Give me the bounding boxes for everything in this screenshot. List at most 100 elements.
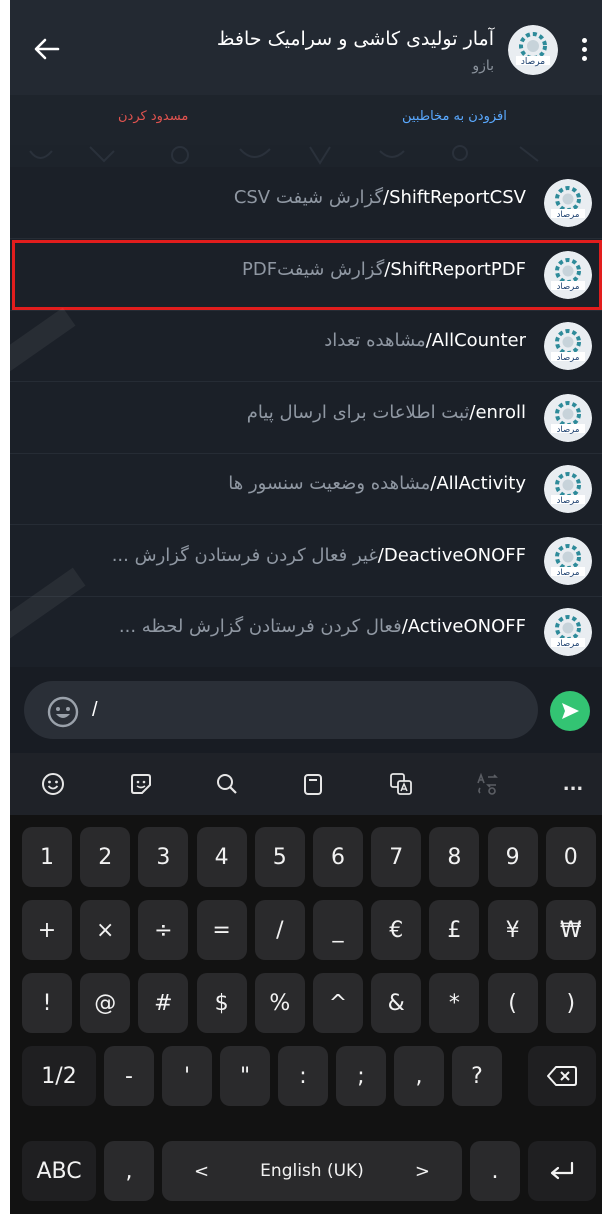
- key[interactable]: (: [487, 973, 538, 1033]
- key-label: _: [332, 917, 344, 943]
- key[interactable]: ,: [394, 1046, 444, 1106]
- comma-key[interactable]: ,: [104, 1141, 154, 1201]
- key[interactable]: 6: [313, 827, 363, 887]
- sticker-icon[interactable]: [124, 769, 158, 799]
- key[interactable]: ): [545, 973, 596, 1033]
- key[interactable]: &: [371, 973, 422, 1033]
- key[interactable]: ': [162, 1046, 212, 1106]
- key[interactable]: ?: [452, 1046, 502, 1106]
- key[interactable]: _: [313, 900, 363, 960]
- key-label: ,: [415, 1063, 423, 1089]
- bot-avatar[interactable]: مرصاد: [508, 25, 558, 75]
- key[interactable]: #: [138, 973, 189, 1033]
- language-right-icon: >: [414, 1160, 430, 1182]
- command-description: گزارش شیفت CSV: [233, 187, 384, 208]
- key-label: /: [276, 917, 284, 943]
- key[interactable]: £: [429, 900, 480, 960]
- send-button[interactable]: [550, 691, 590, 731]
- key[interactable]: =: [196, 900, 247, 960]
- more-menu-button[interactable]: [574, 32, 594, 66]
- key-label: $: [214, 990, 229, 1016]
- svg-text:مرصاد: مرصاد: [557, 496, 580, 506]
- block-user-button[interactable]: مسدود کردن: [118, 109, 188, 124]
- command-item[interactable]: مرصاد/AllCounterمشاهده تعداد: [10, 310, 602, 382]
- enter-key[interactable]: [528, 1141, 596, 1201]
- svg-text:مرصاد: مرصاد: [521, 57, 545, 67]
- period-key[interactable]: .: [470, 1141, 520, 1201]
- key[interactable]: !: [22, 973, 72, 1033]
- command-item[interactable]: مرصاد/ActiveONOFFفعال کردن فرستادن گزارش…: [10, 596, 602, 668]
- key[interactable]: 5: [254, 827, 305, 887]
- key[interactable]: 1: [22, 827, 72, 887]
- more-icon[interactable]: ...: [556, 769, 590, 799]
- key[interactable]: 0: [545, 827, 596, 887]
- key[interactable]: -: [104, 1046, 154, 1106]
- key-label: #: [154, 990, 173, 1016]
- key-label: @: [94, 990, 117, 1016]
- command-item[interactable]: مرصاد/DeactiveONOFFغیر فعال کردن فرستادن…: [10, 525, 602, 597]
- key[interactable]: +: [22, 900, 72, 960]
- command-text: /AllActivityمشاهده وضعیت سنسور ها: [26, 473, 526, 503]
- key[interactable]: ^: [313, 973, 363, 1033]
- svg-text:مرصاد: مرصاد: [557, 639, 580, 649]
- emoji-icon[interactable]: [46, 695, 80, 729]
- bot-avatar: مرصاد: [544, 465, 592, 513]
- svg-text:مرصاد: مرصاد: [557, 425, 580, 435]
- key[interactable]: %: [254, 973, 305, 1033]
- command-item[interactable]: مرصاد/ShiftReportPDFگزارش شیفتPDF: [10, 239, 602, 311]
- abc-key[interactable]: ABC: [22, 1141, 96, 1201]
- message-composer: [10, 667, 602, 753]
- key[interactable]: 7: [371, 827, 422, 887]
- space-bar[interactable]: < English (UK) >: [162, 1141, 462, 1201]
- text-transform-icon[interactable]: [470, 769, 504, 799]
- svg-text:مرصاد: مرصاد: [557, 210, 580, 220]
- key[interactable]: 8: [429, 827, 480, 887]
- search-icon[interactable]: [210, 769, 244, 799]
- bot-avatar: مرصاد: [544, 393, 592, 442]
- key[interactable]: $: [196, 973, 247, 1033]
- key[interactable]: ": [220, 1046, 270, 1106]
- back-button[interactable]: [32, 34, 62, 64]
- key-label: 1: [40, 844, 54, 870]
- key-label: 3: [156, 844, 171, 870]
- key[interactable]: :: [278, 1046, 328, 1106]
- translate-icon[interactable]: [384, 769, 418, 799]
- command-text: /enrollثبت اطلاعات برای ارسال پیام: [26, 402, 526, 432]
- key-label: ¥: [505, 917, 520, 943]
- key[interactable]: ×: [80, 900, 131, 960]
- key[interactable]: €: [371, 900, 422, 960]
- key[interactable]: ÷: [138, 900, 189, 960]
- key[interactable]: @: [80, 973, 131, 1033]
- emoji-icon[interactable]: [36, 769, 70, 799]
- bot-command-list: مرصاد/ShiftReportCSVگزارش شیفت CSV مرصاد /…: [10, 167, 602, 668]
- key[interactable]: ¥: [487, 900, 538, 960]
- message-input[interactable]: [92, 695, 472, 725]
- dot-icon: [581, 55, 587, 61]
- key[interactable]: 9: [487, 827, 538, 887]
- key[interactable]: ₩: [545, 900, 596, 960]
- key-label: ;: [357, 1063, 365, 1089]
- key[interactable]: *: [429, 973, 480, 1033]
- key[interactable]: 3: [138, 827, 189, 887]
- key[interactable]: 2: [80, 827, 131, 887]
- backspace-icon: [547, 1066, 577, 1086]
- key-shift-symbols[interactable]: 1/2: [22, 1046, 96, 1106]
- backspace-key[interactable]: [528, 1046, 596, 1106]
- language-label: English (UK): [260, 1161, 364, 1181]
- add-to-contacts-button[interactable]: افزودن به مخاطبین: [402, 109, 507, 124]
- command-item[interactable]: مرصاد/AllActivityمشاهده وضعیت سنسور ها: [10, 453, 602, 525]
- key-label: £: [447, 917, 462, 943]
- key[interactable]: 4: [196, 827, 247, 887]
- command-text: /ActiveONOFFفعال کردن فرستادن گزارش لحظه…: [26, 616, 526, 646]
- command-text: /AllCounterمشاهده تعداد: [26, 330, 526, 360]
- key-label: 1/2: [41, 1063, 77, 1089]
- command-name: /AllActivity: [430, 473, 526, 494]
- key[interactable]: /: [254, 900, 305, 960]
- bot-avatar: مرصاد: [544, 608, 592, 656]
- clipboard-icon[interactable]: [296, 769, 330, 799]
- key[interactable]: ;: [336, 1046, 386, 1106]
- command-item[interactable]: مرصاد/ShiftReportCSVگزارش شیفت CSV: [10, 167, 602, 239]
- dot-icon: [581, 37, 587, 43]
- chat-title[interactable]: آمار تولیدی کاشی و سرامیک حافظ: [114, 28, 494, 50]
- command-item[interactable]: مرصاد/enrollثبت اطلاعات برای ارسال پیام: [10, 382, 602, 454]
